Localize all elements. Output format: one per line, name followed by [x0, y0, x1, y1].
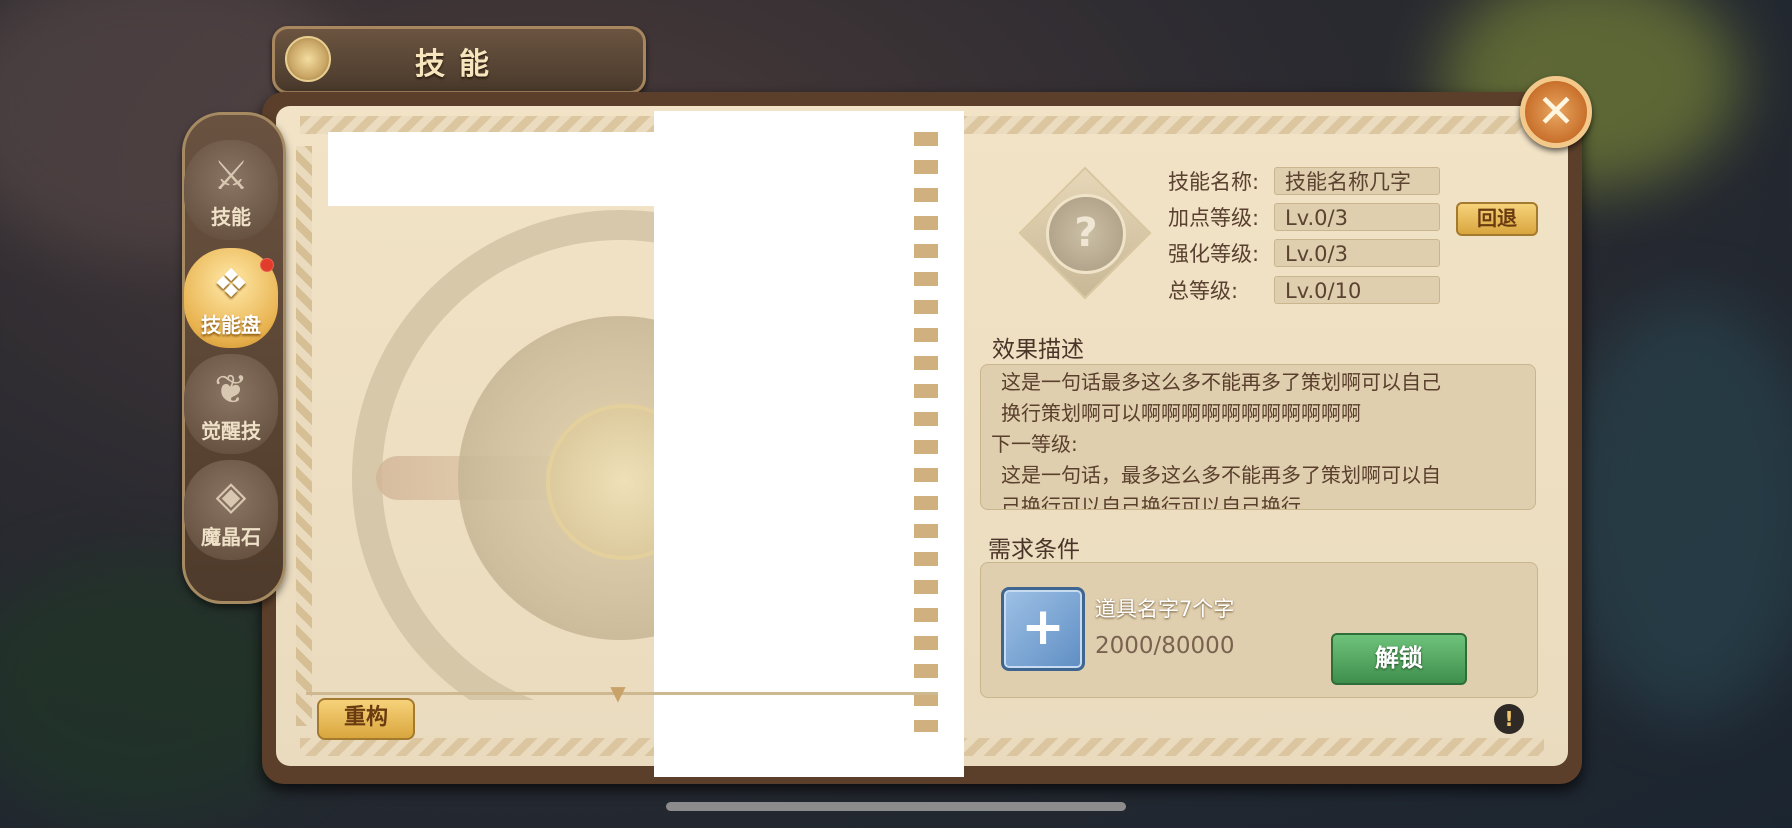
total-level-row: 总等级: Lv.0/10 [1168, 275, 1440, 305]
skill-name-value: 技能名称几字 [1274, 167, 1440, 195]
sidebar-item-label: 觉醒技 [201, 419, 261, 443]
sidebar-item-skill[interactable]: ⚔ 技能 [184, 140, 278, 240]
effect-line: 这是一句话，最多这么多不能再多了策划啊可以自 [1001, 463, 1441, 487]
effect-title: 效果描述 [992, 337, 1084, 363]
info-icon[interactable]: ! [1494, 704, 1524, 734]
points-level-row: 加点等级: Lv.0/3 [1168, 202, 1440, 232]
sidebar-item-awaken[interactable]: ❦ 觉醒技 [184, 354, 278, 454]
effect-line: 己换行可以自己换行可以自己换行 [1001, 494, 1301, 510]
blank-placeholder [328, 132, 654, 206]
skill-name-row: 技能名称: 技能名称几字 [1168, 166, 1440, 196]
diamond-cluster-icon: ❖ [213, 261, 249, 307]
sidebar-item-skill-board[interactable]: ❖ 技能盘 [184, 248, 278, 348]
enhance-level-label: 强化等级: [1168, 242, 1260, 266]
total-level-value: Lv.0/10 [1274, 276, 1440, 304]
crystal-gems-icon: ◈ [215, 473, 247, 519]
enhance-level-value: Lv.0/3 [1274, 239, 1440, 267]
close-icon: ✕ [1536, 84, 1576, 138]
effect-line: 换行策划啊可以啊啊啊啊啊啊啊啊啊啊啊 [1001, 401, 1361, 425]
points-level-value: Lv.0/3 [1274, 203, 1440, 231]
effect-description[interactable]: 这是一句话最多这么多不能再多了策划啊可以自己 换行策划啊可以啊啊啊啊啊啊啊啊啊啊… [980, 364, 1536, 510]
item-count: 2000/80000 [1095, 633, 1235, 659]
item-name: 道具名字7个字 [1095, 597, 1235, 621]
winged-sword-icon: ⚔ [213, 153, 249, 199]
rebuild-button[interactable]: 重构 [317, 698, 415, 740]
home-indicator[interactable] [666, 802, 1126, 811]
requirement-title: 需求条件 [988, 537, 1080, 563]
sidebar-item-label: 技能盘 [201, 313, 261, 337]
sidebar-item-label: 魔晶石 [201, 525, 261, 549]
enhance-level-row: 强化等级: Lv.0/3 [1168, 238, 1440, 268]
zigzag-border [914, 132, 938, 732]
requirement-box: + 道具名字7个字 2000/80000 解锁 [980, 562, 1538, 698]
question-icon: ? [1046, 194, 1126, 274]
back-button[interactable]: 回退 [1456, 202, 1538, 236]
item-slot[interactable]: + [1001, 587, 1085, 671]
sidebar-item-crystal[interactable]: ◈ 魔晶石 [184, 460, 278, 560]
unlock-button[interactable]: 解锁 [1331, 633, 1467, 685]
skill-icon[interactable]: ? [1018, 166, 1152, 300]
skill-name-label: 技能名称: [1168, 170, 1260, 194]
plus-icon: + [1021, 597, 1065, 657]
close-button[interactable]: ✕ [1520, 76, 1592, 148]
page-title: 技能 [415, 47, 503, 82]
chevron-down-icon[interactable]: ▼ [604, 683, 632, 703]
sidebar-item-label: 技能 [211, 205, 251, 229]
next-level-label: 下一等级: [991, 432, 1078, 456]
effect-line: 这是一句话最多这么多不能再多了策划啊可以自己 [1001, 370, 1441, 394]
points-level-label: 加点等级: [1168, 206, 1260, 230]
total-level-label: 总等级: [1168, 279, 1239, 303]
page-title-tab: 技能 [272, 26, 646, 94]
background-glow [1560, 300, 1792, 720]
notification-badge [260, 258, 274, 272]
phoenix-icon: ❦ [214, 367, 248, 413]
